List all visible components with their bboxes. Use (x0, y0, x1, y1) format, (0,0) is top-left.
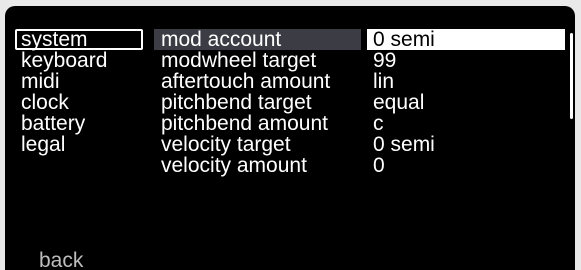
setting-label-pitchbend-target[interactable]: pitchbend target (154, 92, 361, 113)
setting-value-aftertouch-amount[interactable]: lin (367, 71, 565, 92)
setting-labels: mod account modwheel target aftertouch a… (154, 29, 361, 176)
menu-item-legal[interactable]: legal (15, 134, 143, 155)
setting-value-velocity-amount[interactable]: 0 (367, 155, 565, 176)
device-screen: system keyboard midi clock battery legal… (5, 6, 575, 270)
category-menu: system keyboard midi clock battery legal (15, 29, 143, 155)
setting-values: 0 semi 99 lin equal c 0 semi 0 (367, 29, 565, 176)
setting-label-velocity-target[interactable]: velocity target (154, 134, 361, 155)
back-button[interactable]: back (39, 250, 83, 270)
setting-label-aftertouch-amount[interactable]: aftertouch amount (154, 71, 361, 92)
setting-value-mod-account[interactable]: 0 semi (367, 29, 565, 50)
menu-item-keyboard[interactable]: keyboard (15, 50, 143, 71)
setting-label-mod-account[interactable]: mod account (154, 29, 361, 50)
setting-label-velocity-amount[interactable]: velocity amount (154, 155, 361, 176)
setting-value-modwheel-target[interactable]: 99 (367, 50, 565, 71)
setting-value-pitchbend-amount[interactable]: c (367, 113, 565, 134)
scrollbar[interactable] (570, 33, 573, 119)
menu-item-system[interactable]: system (15, 29, 143, 50)
menu-item-battery[interactable]: battery (15, 113, 143, 134)
menu-item-midi[interactable]: midi (15, 71, 143, 92)
setting-value-velocity-target[interactable]: 0 semi (367, 134, 565, 155)
setting-value-pitchbend-target[interactable]: equal (367, 92, 565, 113)
setting-label-pitchbend-amount[interactable]: pitchbend amount (154, 113, 361, 134)
setting-label-modwheel-target[interactable]: modwheel target (154, 50, 361, 71)
menu-item-clock[interactable]: clock (15, 92, 143, 113)
